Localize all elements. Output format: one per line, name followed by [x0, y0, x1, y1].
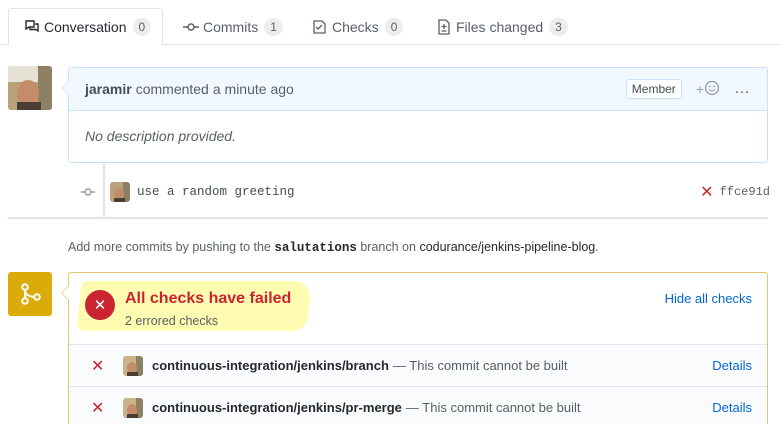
jenkins-avatar	[123, 355, 143, 376]
jenkins-avatar	[123, 397, 143, 418]
more-options-button[interactable]: …	[734, 80, 751, 98]
checks-status-title: All checks have failed	[125, 290, 292, 307]
tab-files-changed[interactable]: Files changed 3	[436, 8, 568, 45]
push-hint-middle: branch on	[360, 240, 416, 254]
comment-author[interactable]: jaramir	[85, 81, 132, 97]
tab-counter: 0	[384, 17, 404, 36]
plus-label: +	[695, 81, 704, 97]
git-commit-icon	[80, 184, 96, 200]
push-hint: Add more commits by pushing to the salut…	[68, 240, 599, 255]
author-avatar[interactable]	[8, 66, 52, 110]
comment-header: jaramir commented a minute ago Member + …	[69, 68, 767, 111]
member-badge: Member	[625, 79, 682, 99]
check-description: — This commit cannot be built	[405, 400, 581, 415]
comment-discussion-icon	[24, 19, 40, 35]
push-hint-suffix: .	[595, 240, 599, 254]
tab-label: Conversation	[44, 19, 127, 35]
git-commit-icon	[183, 19, 199, 35]
x-icon[interactable]: ✕	[700, 182, 713, 202]
check-item: ✕ continuous-integration/jenkins/branch …	[69, 345, 767, 387]
commit-sha[interactable]: ffce91d	[720, 185, 770, 199]
tab-label: Checks	[332, 18, 379, 35]
push-hint-prefix: Add more commits by pushing to the	[68, 240, 271, 254]
commit-row: use a random greeting ✕ ffce91d	[80, 180, 770, 204]
file-diff-icon	[436, 18, 452, 35]
smiley-icon	[704, 80, 720, 99]
comment-body: No description provided.	[85, 128, 236, 144]
details-link[interactable]: Details	[712, 358, 752, 373]
checks-header: ✕ All checks have failed 2 errored check…	[69, 273, 767, 345]
comment-action: commented	[135, 81, 209, 97]
commit-message[interactable]: use a random greeting	[137, 185, 295, 199]
commit-author-avatar[interactable]	[110, 182, 130, 202]
pr-tabs: Conversation 0 Commits 1 Checks 0 Files …	[0, 0, 780, 46]
details-link[interactable]: Details	[712, 400, 752, 415]
tab-counter: 3	[549, 17, 568, 36]
check-name: continuous-integration/jenkins/pr-merge	[152, 400, 402, 415]
tab-counter: 0	[132, 18, 152, 36]
x-icon: ✕	[91, 399, 105, 417]
x-icon: ✕	[91, 357, 105, 375]
comment-box: jaramir commented a minute ago Member + …	[61, 67, 768, 163]
repo-name: codurance/jenkins-pipeline-blog	[419, 240, 596, 254]
check-description: — This commit cannot be built	[392, 358, 568, 373]
tab-label: Files changed	[456, 18, 544, 35]
tab-checks[interactable]: Checks 0	[312, 8, 404, 45]
timeline-divider	[8, 217, 768, 219]
checks-box: ✕ All checks have failed 2 errored check…	[61, 272, 768, 424]
hide-all-checks-link[interactable]: Hide all checks	[665, 291, 752, 306]
add-reaction-button[interactable]: +	[696, 80, 720, 99]
check-name: continuous-integration/jenkins/branch	[152, 358, 389, 373]
git-merge-icon	[8, 272, 52, 316]
x-circle-icon: ✕	[85, 290, 115, 320]
checklist-icon	[312, 19, 328, 35]
tab-label: Commits	[203, 18, 259, 35]
check-item: ✕ continuous-integration/jenkins/pr-merg…	[69, 387, 767, 424]
checks-status-subtitle: 2 errored checks	[125, 314, 219, 328]
branch-name: salutations	[274, 241, 357, 255]
tab-conversation[interactable]: Conversation 0	[8, 8, 163, 46]
comment-time[interactable]: a minute ago	[213, 81, 294, 97]
tab-counter: 1	[264, 17, 283, 36]
tab-commits[interactable]: Commits 1	[183, 8, 283, 45]
